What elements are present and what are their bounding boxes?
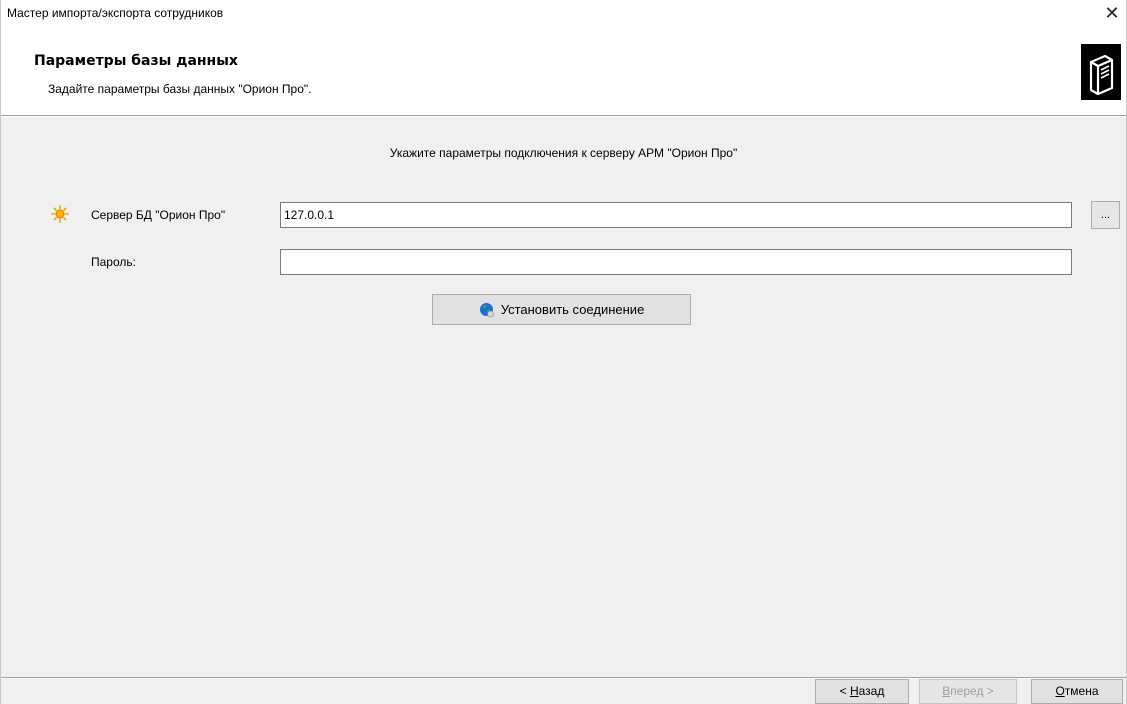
back-hotkey: Н	[849, 684, 859, 698]
globe-icon	[479, 302, 495, 318]
wizard-footer: < Назад Вперед > Отмена	[1, 679, 1126, 704]
cancel-button[interactable]: Отмена	[1031, 679, 1123, 704]
password-row: Пароль:	[1, 248, 1126, 276]
next-label-rest: перед	[950, 684, 984, 698]
back-prefix: <	[839, 684, 850, 698]
window-title: Мастер импорта/экспорта сотрудников	[7, 6, 224, 20]
close-icon[interactable]: ✕	[1100, 0, 1124, 26]
wizard-body: Укажите параметры подключения к серверу …	[1, 117, 1126, 677]
connect-button-label: Установить соединение	[500, 302, 645, 317]
server-label: Сервер БД "Орион Про"	[91, 208, 226, 222]
password-input[interactable]	[280, 249, 1072, 275]
server-row: Сервер БД "Орион Про" ...	[1, 201, 1126, 229]
connect-button[interactable]: Установить соединение	[432, 294, 691, 325]
wizard-window: Мастер импорта/экспорта сотрудников ✕ Па…	[0, 0, 1127, 704]
server-input[interactable]	[280, 202, 1072, 228]
next-hotkey: В	[942, 684, 951, 698]
next-suffix: >	[983, 684, 994, 698]
instruction-text: Укажите параметры подключения к серверу …	[389, 146, 738, 160]
page-title: Параметры базы данных	[34, 53, 238, 69]
page-subtitle: Задайте параметры базы данных "Орион Про…	[48, 82, 312, 96]
back-button[interactable]: < Назад	[815, 679, 909, 704]
cancel-label-rest: тмена	[1064, 684, 1099, 698]
back-label-rest: азад	[858, 684, 885, 698]
title-bar: Мастер импорта/экспорта сотрудников ✕	[1, 0, 1126, 26]
server-icon	[1081, 44, 1121, 100]
browse-button[interactable]: ...	[1091, 201, 1120, 229]
warning-sun-icon	[51, 205, 69, 223]
cancel-hotkey: О	[1055, 684, 1065, 698]
wizard-header: Параметры базы данных Задайте параметры …	[1, 26, 1126, 114]
password-label: Пароль:	[91, 255, 136, 269]
next-button[interactable]: Вперед >	[919, 679, 1017, 704]
